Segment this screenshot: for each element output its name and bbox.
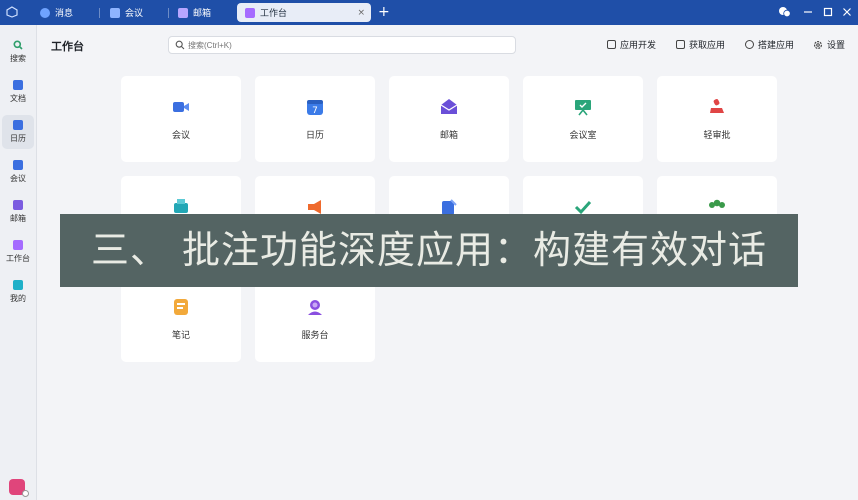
close-icon[interactable]: × [357,8,365,18]
video-icon [13,160,23,170]
search-box[interactable] [168,36,516,54]
sidebar-item-label: 会议 [10,174,26,183]
minimize-icon[interactable] [803,7,813,17]
chat-icon [40,7,50,18]
app-card-meeting[interactable]: 会议 [121,76,241,162]
app-card-notes[interactable]: 笔记 [121,276,241,362]
video-icon [173,102,189,112]
page-title: 工作台 [51,40,84,53]
wechat-icon[interactable] [778,6,791,18]
gear-icon [813,40,823,49]
tab-label: 消息 [55,9,74,19]
notebook-icon [174,299,188,315]
sidebar-item-docs[interactable]: 文档 [2,75,34,109]
sidebar-item-label: 搜索 [10,54,26,63]
app-label: 邮箱 [439,131,458,141]
calendar-icon: 7 [307,100,323,116]
caption-text: 三、 批注功能深度应用：构建有效对话 [90,228,768,272]
new-tab-button[interactable]: + [378,3,390,21]
calendar-icon [13,120,23,130]
caption-overlay: 三、 批注功能深度应用：构建有效对话 [60,214,798,287]
tab-messages[interactable]: 消息 [32,3,92,22]
app-dev-button[interactable]: 应用开发 [607,38,656,51]
app-label: 会议室 [569,131,597,141]
mail-icon [13,200,23,210]
app-label: 会议 [171,131,190,141]
action-label: 设置 [827,41,846,51]
svg-text:7: 7 [312,106,318,116]
mail-icon [178,7,188,18]
search-icon [13,40,23,50]
app-label: 服务台 [301,331,329,341]
search-icon [175,40,185,50]
sidebar-item-label: 我的 [10,294,26,303]
action-label: 搭建应用 [758,41,795,51]
sidebar-item-meeting[interactable]: 会议 [2,155,34,189]
get-apps-button[interactable]: 获取应用 [676,38,725,51]
sidebar-item-workbench[interactable]: 工作台 [2,235,34,269]
sidebar-item-label: 文档 [10,94,26,103]
cube-icon [13,280,23,290]
sidebar: 搜索 文档 日历 会议 邮箱 工作台 我的 [0,25,37,500]
sidebar-item-label: 日历 [10,134,26,143]
tab-workbench[interactable]: 工作台 × [237,3,371,22]
service-desk-icon [308,300,322,315]
sidebar-item-search[interactable]: 搜索 [2,35,34,69]
sidebar-item-profile[interactable]: 我的 [2,275,34,309]
tab-mail[interactable]: 邮箱 [170,3,232,22]
maximize-icon[interactable] [823,7,833,17]
sidebar-item-label: 工作台 [6,254,30,263]
app-card-service-desk[interactable]: 服务台 [255,276,375,362]
mail-icon [440,99,458,114]
app-label: 笔记 [171,331,190,341]
sidebar-item-label: 邮箱 [10,214,26,223]
header: 工作台 应用开发 获取应用 搭建应用 设置 [37,25,858,65]
settings-button[interactable]: 设置 [813,38,845,51]
app-card-mail[interactable]: 邮箱 [389,76,509,162]
search-input[interactable] [188,38,488,52]
sidebar-item-mail[interactable]: 邮箱 [2,195,34,229]
build-icon [745,40,754,49]
video-icon [110,7,120,18]
app-label: 日历 [305,131,324,141]
tab-meeting[interactable]: 会议 [102,3,162,22]
workbench-icon [13,240,23,250]
meeting-room-icon [575,100,591,116]
tab-label: 邮箱 [193,9,212,19]
tab-label: 会议 [125,9,144,19]
app-card-meeting-room[interactable]: 会议室 [523,76,643,162]
app-card-approval[interactable]: 轻审批 [657,76,777,162]
app-logo-icon[interactable] [6,6,18,18]
app-label: 轻审批 [703,131,731,141]
action-label: 获取应用 [689,41,726,51]
dev-icon [607,40,616,49]
app-card-calendar[interactable]: 7 日历 [255,76,375,162]
close-window-icon[interactable] [842,7,852,17]
tab-divider [168,8,169,18]
sidebar-item-calendar[interactable]: 日历 [2,115,34,149]
action-label: 应用开发 [620,41,657,51]
stamp-icon [710,99,724,113]
tab-divider [99,8,100,18]
apps-icon [676,40,685,49]
document-icon [13,80,23,90]
status-indicator [22,490,29,497]
title-bar: 消息 会议 邮箱 工作台 × + [0,0,858,25]
workbench-icon [245,7,255,18]
tab-label: 工作台 [260,9,288,19]
build-app-button[interactable]: 搭建应用 [745,38,794,51]
